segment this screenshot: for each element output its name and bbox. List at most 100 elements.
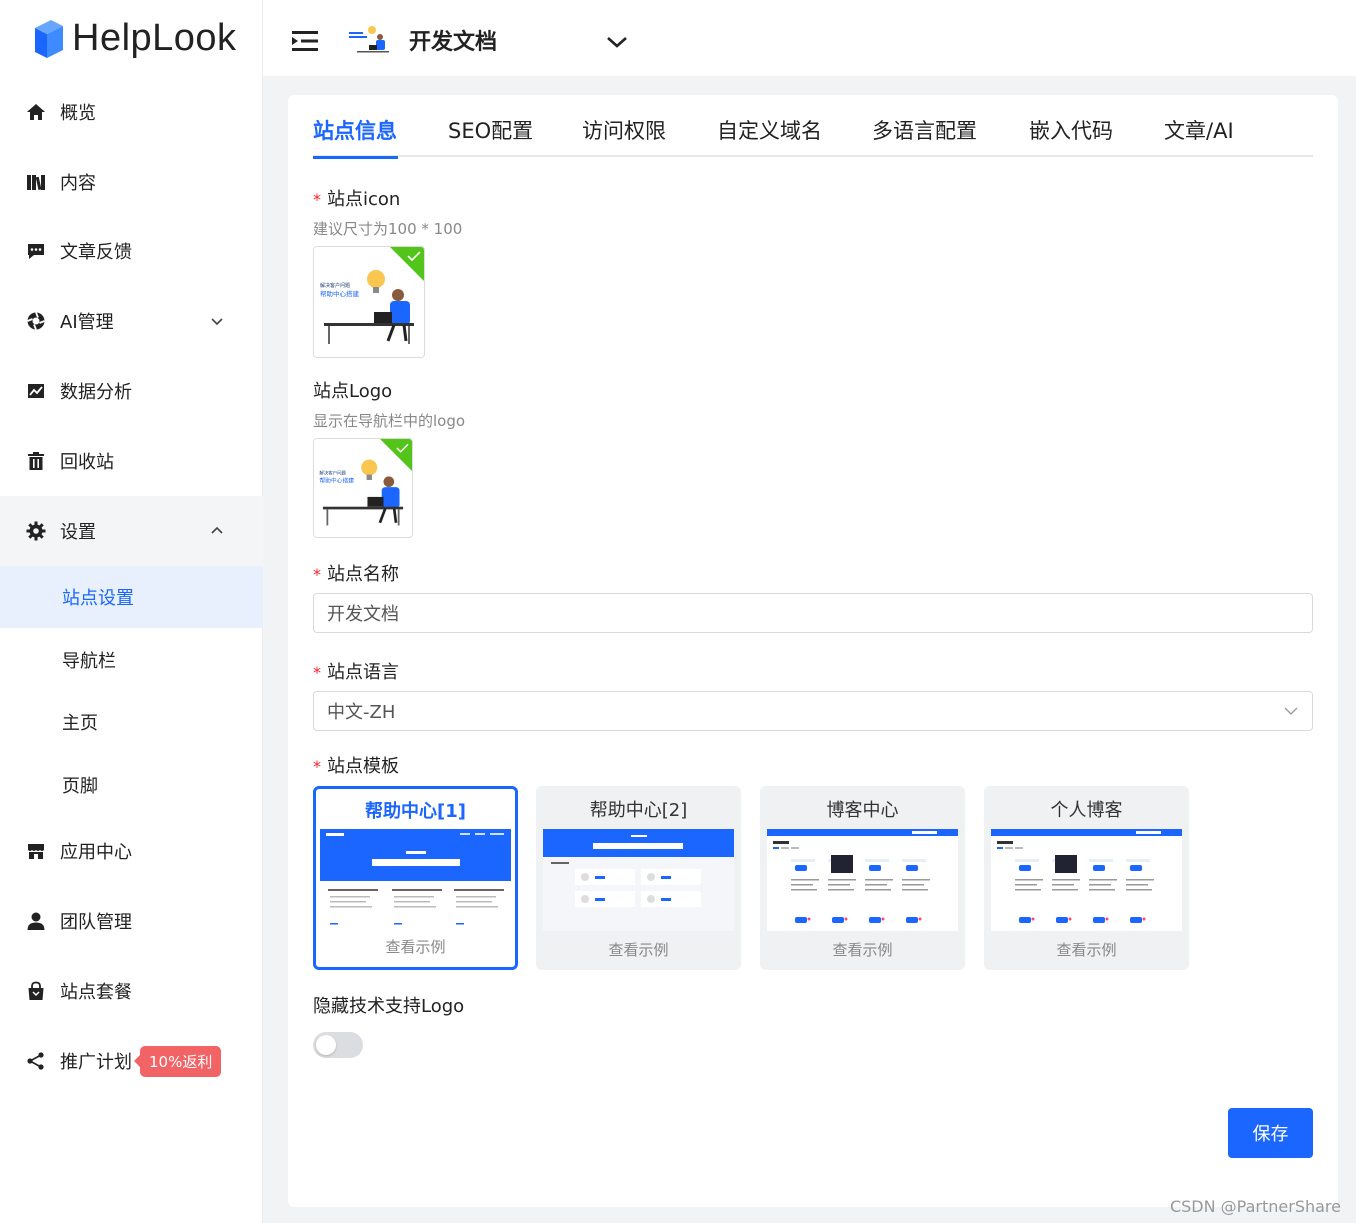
sidebar: HelpLook 概览 内容 文章反馈 AI管理 数据分析 回收站 设置 站点设… [0, 0, 263, 1223]
site-icon-label: * 站点icon [313, 185, 400, 211]
hide-support-logo-label: 隐藏技术支持Logo [313, 996, 465, 1017]
site-name-label: * 站点名称 [313, 560, 399, 586]
view-example-link[interactable]: 查看示例 [984, 939, 1189, 960]
nav-label: 概览 [60, 103, 96, 124]
nav-label: 文章反馈 [60, 242, 132, 263]
site-icon-upload[interactable]: 解决客户问题 帮助中心搭建 [313, 246, 425, 358]
check-icon [407, 251, 421, 261]
label-text: 站点名称 [327, 564, 399, 585]
active-tab-indicator [313, 156, 398, 159]
tab-label: 嵌入代码 [1029, 119, 1113, 143]
template-title: 帮助中心[2] [589, 800, 688, 821]
template-title: 帮助中心[1] [365, 801, 466, 822]
template-card-help1[interactable]: 帮助中心[1] 查看示例 [313, 786, 518, 970]
template-preview [320, 829, 511, 931]
nav-label: 设置 [60, 522, 96, 543]
nav-label: 内容 [60, 173, 96, 194]
nav-label: 回收站 [60, 452, 114, 473]
template-preview [991, 829, 1182, 931]
sub-label: 站点设置 [62, 588, 134, 609]
top-bar: 开发文档 [263, 0, 1356, 76]
nav-label: 应用中心 [60, 842, 132, 863]
nav-label: 团队管理 [60, 912, 132, 933]
rebate-badge: 10%返利 [133, 1045, 222, 1077]
nav-settings[interactable]: 设置 [0, 496, 263, 566]
sub-footer[interactable]: 页脚 [0, 754, 263, 816]
tab-label: 多语言配置 [872, 119, 977, 143]
template-preview [767, 829, 958, 931]
template-title: 博客中心 [826, 800, 899, 821]
toggle-knob [316, 1035, 336, 1055]
template-card-personal-blog[interactable]: 个人博客 查看示例 [984, 786, 1189, 970]
nav-team[interactable]: 团队管理 [0, 886, 263, 956]
nav-plan[interactable]: 站点套餐 [0, 956, 263, 1026]
tab-access[interactable]: 访问权限 [582, 115, 666, 145]
tab-label: 自定义域名 [717, 119, 822, 143]
ai-icon [26, 311, 46, 331]
sub-navbar[interactable]: 导航栏 [0, 629, 263, 691]
brand-logo[interactable]: HelpLook [33, 16, 237, 60]
view-example-link[interactable]: 查看示例 [760, 939, 965, 960]
save-button[interactable]: 保存 [1228, 1108, 1313, 1158]
nav-feedback[interactable]: 文章反馈 [0, 216, 263, 286]
sub-label: 主页 [62, 713, 98, 734]
user-icon [26, 911, 46, 931]
required-mark: * [313, 757, 321, 776]
home-icon [26, 102, 46, 122]
input-value: 开发文档 [327, 604, 399, 625]
nav-overview[interactable]: 概览 [0, 77, 263, 147]
chart-icon [26, 381, 46, 401]
site-logo-upload[interactable]: 解决客户问题 帮助中心搭建 [313, 438, 413, 538]
share-icon [26, 1051, 46, 1071]
view-example-link[interactable]: 查看示例 [536, 939, 741, 960]
hide-support-logo-toggle[interactable] [313, 1032, 363, 1058]
site-template-label: * 站点模板 [313, 752, 399, 778]
tab-label: 站点信息 [313, 119, 397, 143]
site-logo-label: 站点Logo [313, 377, 392, 403]
thumb-text-2: 帮助中心搭建 [319, 477, 354, 485]
site-language-select[interactable]: 中文-ZH [313, 691, 1313, 731]
collapse-menu-icon[interactable] [292, 30, 318, 52]
site-switch-chevron-icon[interactable] [606, 34, 628, 50]
site-icon-hint: 建议尺寸为100 * 100 [313, 220, 463, 238]
bag-icon [26, 981, 46, 1001]
tab-site-info[interactable]: 站点信息 [313, 115, 398, 159]
site-logo-hint: 显示在导航栏中的logo [313, 412, 466, 430]
template-card-help2[interactable]: 帮助中心[2] 查看示例 [536, 786, 741, 970]
required-mark: * [313, 663, 321, 682]
brand-name: HelpLook [72, 16, 237, 59]
view-example-link[interactable]: 查看示例 [316, 936, 515, 957]
helplook-logo-icon [35, 20, 63, 58]
tab-article-ai[interactable]: 文章/AI [1164, 115, 1234, 145]
tab-label: 访问权限 [582, 119, 666, 143]
watermark: CSDN @PartnerShare [1169, 1197, 1341, 1216]
thumb-text-1: 解决客户问题 [320, 282, 350, 289]
tab-multilang[interactable]: 多语言配置 [872, 115, 977, 145]
gear-icon [26, 521, 46, 541]
required-mark: * [313, 190, 321, 209]
template-preview [543, 829, 734, 931]
sub-label: 导航栏 [62, 651, 116, 672]
template-card-blog[interactable]: 博客中心 查看示例 [760, 786, 965, 970]
sub-site-settings[interactable]: 站点设置 [0, 566, 263, 628]
settings-tabs: 站点信息 SEO配置 访问权限 自定义域名 多语言配置 嵌入代码 文章/AI [313, 109, 1313, 159]
nav-promotion[interactable]: 推广计划 10%返利 [0, 1026, 263, 1096]
site-language-label: * 站点语言 [313, 658, 399, 684]
nav-app-center[interactable]: 应用中心 [0, 816, 263, 886]
tab-custom-domain[interactable]: 自定义域名 [717, 115, 822, 145]
site-title[interactable]: 开发文档 [409, 24, 497, 56]
nav-trash[interactable]: 回收站 [0, 426, 263, 496]
site-name-input[interactable]: 开发文档 [313, 593, 1313, 633]
template-title: 个人博客 [1050, 800, 1123, 821]
label-text: 站点模板 [327, 756, 399, 777]
sub-homepage[interactable]: 主页 [0, 691, 263, 753]
tab-embed-code[interactable]: 嵌入代码 [1029, 115, 1113, 145]
nav-ai-management[interactable]: AI管理 [0, 286, 263, 356]
nav-content[interactable]: 内容 [0, 147, 263, 217]
tab-seo[interactable]: SEO配置 [448, 115, 533, 145]
nav-analytics[interactable]: 数据分析 [0, 356, 263, 426]
required-mark: * [313, 565, 321, 584]
site-thumbnail [347, 22, 391, 58]
settings-card: 站点信息 SEO配置 访问权限 自定义域名 多语言配置 嵌入代码 文章/AI *… [288, 95, 1338, 1207]
sub-label: 页脚 [62, 776, 98, 797]
